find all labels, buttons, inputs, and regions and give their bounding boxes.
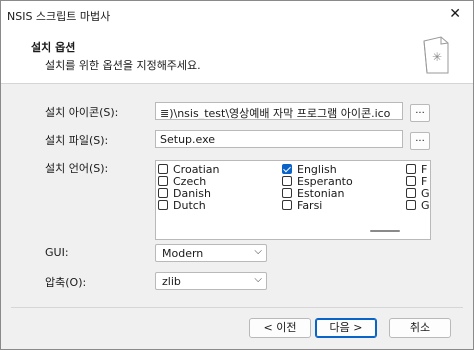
page-header: 설치 옵션 설치를 위한 옵션을 지정해주세요. ✳ bbox=[1, 29, 473, 84]
title-bar: NSIS 스크립트 마법사 ✕ bbox=[1, 1, 473, 29]
checkbox-icon[interactable] bbox=[158, 188, 168, 198]
svg-text:✳: ✳ bbox=[432, 50, 442, 64]
installer-icon: ✳ bbox=[423, 36, 449, 74]
lang-item[interactable]: G bbox=[406, 199, 430, 212]
lang-item[interactable]: Esperanto bbox=[282, 175, 353, 188]
lang-label: G bbox=[421, 199, 430, 212]
wizard-window: NSIS 스크립트 마법사 ✕ 설치 옵션 설치를 위한 옵션을 지정해주세요.… bbox=[0, 0, 474, 350]
icon-path-input[interactable]: ≣)\nsis_test\영상예배 자막 프로그램 아이콘.ico bbox=[155, 102, 403, 120]
checkbox-icon[interactable] bbox=[282, 200, 292, 210]
file-browse-button[interactable]: ... bbox=[410, 132, 430, 150]
lang-item[interactable]: Estonian bbox=[282, 187, 344, 200]
chevron-down-icon: ⌵ bbox=[254, 274, 262, 285]
back-button[interactable]: < 이전 bbox=[249, 318, 311, 338]
checkbox-icon[interactable] bbox=[282, 188, 292, 198]
icon-field-label: 설치 아이콘(S): bbox=[45, 106, 119, 119]
lang-item[interactable]: F bbox=[406, 163, 427, 176]
page-subtitle: 설치를 위한 옵션을 지정해주세요. bbox=[45, 59, 201, 72]
cancel-button[interactable]: 취소 bbox=[389, 318, 451, 338]
checkbox-icon[interactable] bbox=[406, 164, 416, 174]
checkbox-icon[interactable] bbox=[282, 176, 292, 186]
lang-item[interactable]: G bbox=[406, 187, 430, 200]
gui-select[interactable]: Modern ⌵ bbox=[155, 244, 267, 262]
divider bbox=[11, 307, 463, 308]
checkbox-icon[interactable] bbox=[406, 200, 416, 210]
page-title: 설치 옵션 bbox=[31, 41, 76, 54]
checkbox-icon[interactable] bbox=[406, 188, 416, 198]
horizontal-scrollbar[interactable] bbox=[370, 230, 400, 232]
lang-label: Farsi bbox=[297, 199, 323, 212]
lang-item[interactable]: F bbox=[406, 175, 427, 188]
file-field-label: 설치 파일(S): bbox=[45, 134, 109, 147]
checkbox-icon[interactable] bbox=[158, 164, 168, 174]
lang-label: Dutch bbox=[173, 199, 206, 212]
checkbox-checked-icon[interactable] bbox=[282, 164, 292, 174]
lang-item[interactable]: Farsi bbox=[282, 199, 323, 212]
close-icon[interactable]: ✕ bbox=[449, 6, 461, 22]
gui-label: GUI: bbox=[45, 246, 69, 259]
compress-select[interactable]: zlib ⌵ bbox=[155, 272, 267, 290]
window-title: NSIS 스크립트 마법사 bbox=[7, 10, 111, 23]
lang-item[interactable]: Dutch bbox=[158, 199, 206, 212]
language-label: 설치 언어(S): bbox=[45, 162, 109, 175]
lang-item[interactable]: Croatian bbox=[158, 163, 220, 176]
compress-label: 압축(O): bbox=[45, 276, 87, 289]
checkbox-icon[interactable] bbox=[406, 176, 416, 186]
lang-item[interactable]: Danish bbox=[158, 187, 211, 200]
gui-select-value: Modern bbox=[162, 247, 204, 260]
setup-file-input[interactable]: Setup.exe bbox=[155, 130, 403, 148]
chevron-down-icon: ⌵ bbox=[254, 246, 262, 257]
checkbox-icon[interactable] bbox=[158, 176, 168, 186]
lang-item[interactable]: Czech bbox=[158, 175, 206, 188]
compress-select-value: zlib bbox=[162, 275, 181, 288]
language-listbox[interactable]: Croatian Czech Danish Dutch English Espe… bbox=[155, 160, 431, 240]
checkbox-icon[interactable] bbox=[158, 200, 168, 210]
icon-browse-button[interactable]: ... bbox=[410, 104, 430, 122]
lang-item[interactable]: English bbox=[282, 163, 337, 176]
next-button[interactable]: 다음 > bbox=[315, 318, 377, 338]
